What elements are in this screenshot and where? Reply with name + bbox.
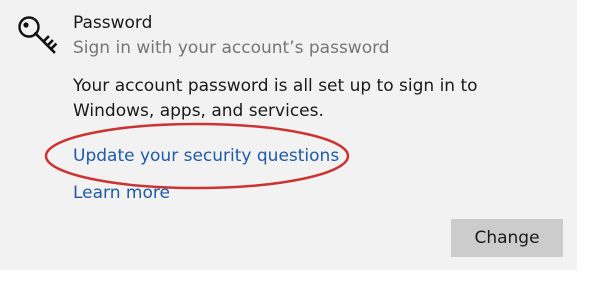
key-icon [16, 14, 66, 58]
password-status-description: Your account password is all set up to s… [73, 76, 478, 121]
change-password-button[interactable]: Change [451, 219, 563, 257]
password-subtitle: Sign in with your account’s password [73, 38, 390, 58]
password-settings-panel: Password Sign in with your account’s pas… [0, 0, 577, 270]
learn-more-link[interactable]: Learn more [73, 183, 170, 203]
update-security-questions-link[interactable]: Update your security questions [73, 146, 339, 166]
password-title: Password [73, 13, 153, 33]
